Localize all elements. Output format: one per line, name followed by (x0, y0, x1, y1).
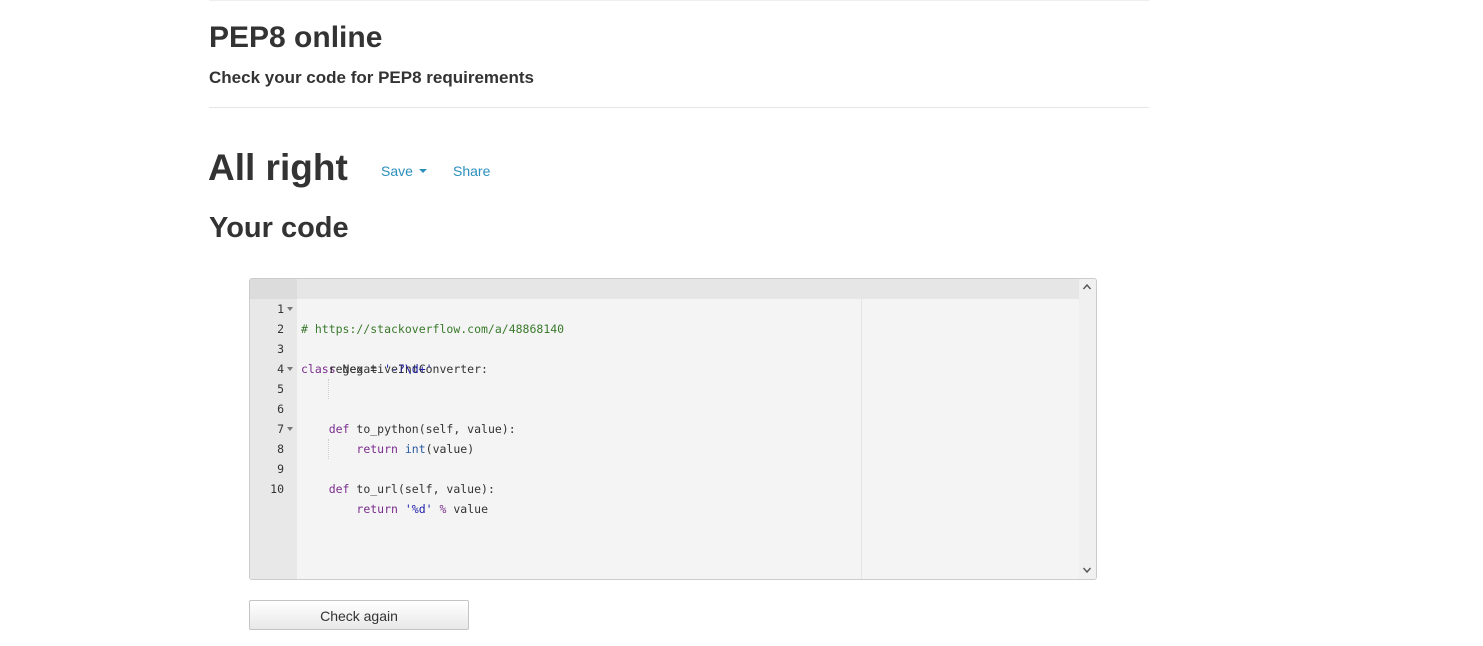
code-line[interactable]: 8 def to_url(self, value): (250, 419, 1079, 496)
save-dropdown-link[interactable]: Save (381, 161, 427, 181)
code-line[interactable]: 10 (250, 459, 1079, 496)
editor-scrollbar[interactable] (1079, 279, 1096, 579)
code-line[interactable]: 1 # https://stackoverflow.com/a/48868140 (250, 279, 1079, 336)
code-text: return '%d' % value (356, 502, 488, 516)
code-editor[interactable]: 1 # https://stackoverflow.com/a/48868140… (249, 278, 1097, 580)
fold-arrow-icon[interactable] (287, 307, 293, 311)
code-line[interactable]: 4 (250, 339, 1079, 376)
code-line[interactable]: 3 regex = '-?\d+' (250, 319, 1079, 376)
share-link[interactable]: Share (453, 161, 490, 181)
check-again-button[interactable]: Check again (249, 600, 469, 630)
code-line[interactable]: 7 (250, 399, 1079, 436)
code-line[interactable]: 9 return '%d' % value (250, 439, 1079, 516)
string-token: '%d' (404, 502, 433, 516)
code-text: def to_url(self, value): (328, 482, 495, 496)
code-heading: Your code (209, 212, 349, 244)
keyword-token: def (328, 482, 350, 496)
fold-arrow-icon[interactable] (287, 427, 293, 431)
chevron-down-icon[interactable] (1083, 566, 1091, 574)
caret-down-icon (418, 169, 427, 174)
keyword-token: return (356, 502, 398, 516)
indent-guide (328, 379, 329, 399)
site-subtitle: Check your code for PEP8 requirements (209, 68, 534, 87)
save-label: Save (381, 163, 413, 179)
fold-arrow-icon[interactable] (287, 367, 293, 371)
line-number: 10 (270, 482, 284, 496)
top-divider (209, 0, 1149, 1)
operator-token: % (439, 502, 447, 516)
code-line[interactable]: 2 class NegativeIntConverter: (250, 299, 1079, 376)
code-line[interactable]: 5 def to_python(self, value): (250, 359, 1079, 436)
code-line[interactable]: 6 return int(value) (250, 379, 1079, 456)
result-heading: All right (208, 147, 348, 188)
header-divider (209, 107, 1149, 108)
chevron-up-icon[interactable] (1083, 283, 1091, 291)
site-title: PEP8 online (209, 21, 383, 54)
indent-guide (328, 439, 329, 459)
